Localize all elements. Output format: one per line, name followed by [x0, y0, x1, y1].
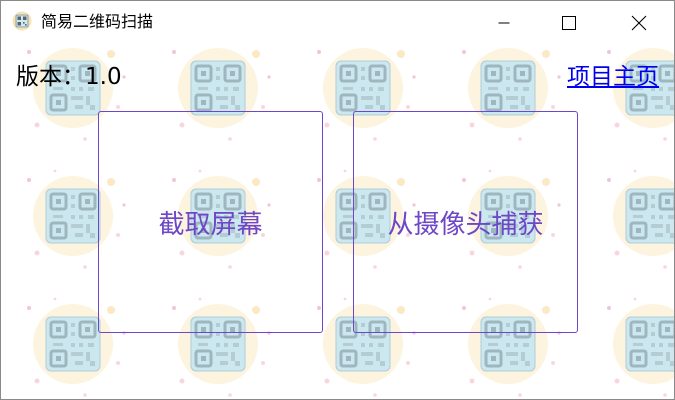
maximize-icon	[561, 16, 576, 30]
capture-screen-label: 截取屏幕	[158, 209, 263, 240]
close-button[interactable]	[616, 1, 661, 45]
main-content: 版本：1.0 项目主页 截取屏幕 从摄像头捕获	[1, 45, 674, 399]
capture-camera-label: 从摄像头捕获	[387, 209, 544, 240]
close-icon	[631, 15, 646, 31]
app-window: 简易二维码扫描 版本：1.0 项目主页 截取屏幕 从摄像头捕获	[0, 0, 675, 400]
capture-camera-button[interactable]: 从摄像头捕获	[353, 111, 578, 333]
version-label: 版本：1.0	[16, 64, 122, 90]
project-homepage-link[interactable]: 项目主页	[567, 63, 659, 91]
window-title: 简易二维码扫描	[41, 12, 154, 31]
minimize-button[interactable]	[481, 1, 526, 45]
title-bar[interactable]: 简易二维码扫描	[1, 1, 674, 45]
maximize-button[interactable]	[546, 1, 591, 45]
qr-app-icon	[12, 11, 32, 31]
minimize-icon	[498, 22, 509, 24]
capture-screen-button[interactable]: 截取屏幕	[98, 111, 323, 333]
